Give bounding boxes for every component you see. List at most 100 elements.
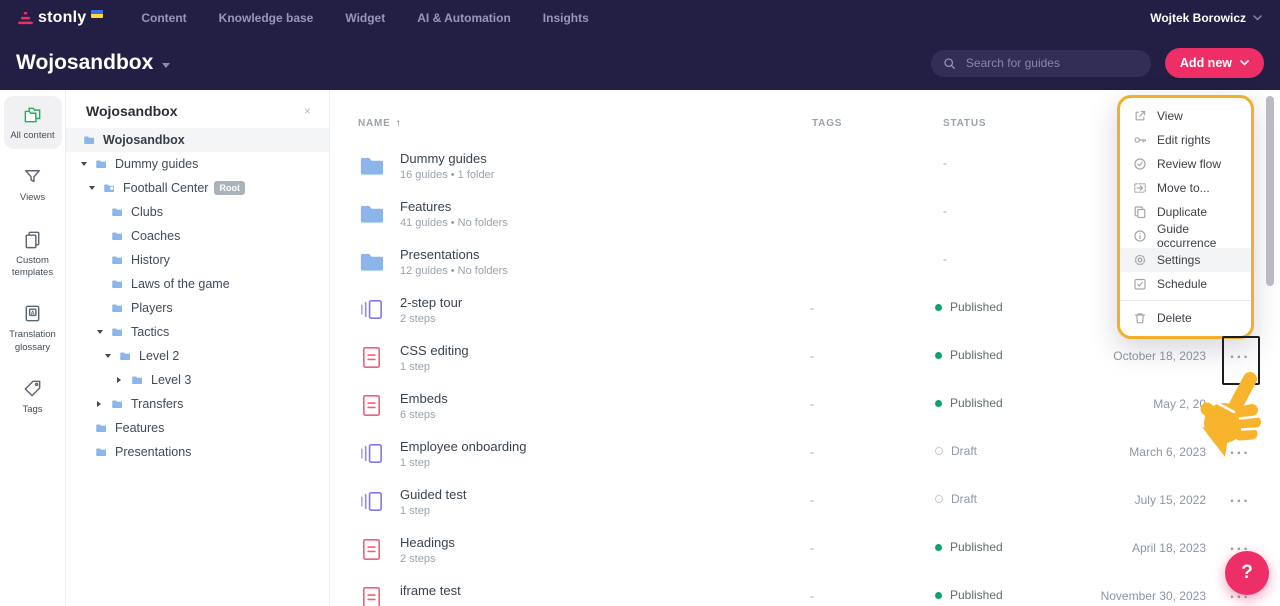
menu-item-review-flow[interactable]: Review flow bbox=[1120, 152, 1251, 176]
chevron-down-icon bbox=[1240, 60, 1249, 66]
folder-icon bbox=[130, 374, 144, 386]
user-menu[interactable]: Wojtek Borowicz bbox=[1150, 11, 1262, 25]
table-row[interactable]: Guided test 1 step - Draft July 15, 2022… bbox=[330, 478, 1280, 526]
row-meta: 1 step bbox=[400, 457, 430, 469]
workspace-title: Wojosandbox bbox=[16, 51, 153, 75]
folder-icon bbox=[358, 248, 385, 275]
row-date: July 15, 2022 bbox=[1135, 493, 1206, 507]
caret-right-icon[interactable] bbox=[117, 377, 130, 383]
vertical-scrollbar[interactable] bbox=[1266, 96, 1274, 286]
column-name[interactable]: NAME↑ bbox=[358, 118, 401, 129]
folder-icon bbox=[94, 422, 108, 434]
article-icon bbox=[358, 584, 385, 606]
row-date: November 30, 2023 bbox=[1101, 589, 1206, 603]
sort-asc-icon[interactable]: ↑ bbox=[396, 118, 401, 129]
article-icon bbox=[358, 344, 385, 371]
table-row[interactable]: Employee onboarding 1 step - Draft March… bbox=[330, 430, 1280, 478]
menu-item-guide-occurrence[interactable]: Guide occurrence bbox=[1120, 224, 1251, 248]
nav-item-content[interactable]: Content bbox=[141, 11, 186, 25]
row-meta: 1 step bbox=[400, 505, 430, 517]
root-badge: Root bbox=[214, 181, 245, 195]
search-bar[interactable] bbox=[931, 50, 1151, 77]
review-check-icon bbox=[1133, 157, 1147, 171]
row-name[interactable]: Employee onboarding bbox=[400, 439, 526, 454]
nav-item-ai-automation[interactable]: AI & Automation bbox=[417, 11, 511, 25]
column-status[interactable]: STATUS bbox=[943, 118, 986, 129]
article-icon bbox=[358, 536, 385, 563]
rail-item-translation-glossary[interactable]: A Translation glossary bbox=[4, 295, 62, 361]
table-row[interactable]: Embeds 6 steps - Published May 2, 20 bbox=[330, 382, 1280, 430]
nav-item-insights[interactable]: Insights bbox=[543, 11, 589, 25]
tree-item-wojosandbox[interactable]: Wojosandbox bbox=[66, 128, 329, 152]
nav-item-widget[interactable]: Widget bbox=[345, 11, 385, 25]
tree-item-history[interactable]: History bbox=[66, 248, 329, 272]
row-tags: - bbox=[810, 493, 814, 507]
row-name[interactable]: Embeds bbox=[400, 391, 448, 406]
rail-item-all-content[interactable]: All content bbox=[4, 96, 62, 149]
rail-item-views[interactable]: Views bbox=[4, 158, 62, 211]
collapse-panel-icon[interactable]: × bbox=[304, 105, 311, 117]
folder-icon bbox=[110, 398, 124, 410]
table-row[interactable]: iframe test - Published November 30, 202… bbox=[330, 574, 1280, 606]
menu-item-view[interactable]: View bbox=[1120, 104, 1251, 128]
workspace-switcher[interactable]: Wojosandbox bbox=[16, 51, 170, 75]
stonly-logo[interactable]: stonly bbox=[18, 9, 103, 27]
row-status: Published bbox=[935, 300, 1003, 314]
table-row[interactable]: CSS editing 1 step - Published October 1… bbox=[330, 334, 1280, 382]
menu-item-duplicate[interactable]: Duplicate bbox=[1120, 200, 1251, 224]
menu-item-settings[interactable]: Settings bbox=[1120, 248, 1251, 272]
tree-item-transfers[interactable]: Transfers bbox=[66, 392, 329, 416]
tree-item-players[interactable]: Players bbox=[66, 296, 329, 320]
nav-item-knowledge-base[interactable]: Knowledge base bbox=[219, 11, 314, 25]
tree-item-football-center[interactable]: Football Center Root bbox=[66, 176, 329, 200]
row-name[interactable]: Features bbox=[400, 199, 451, 214]
row-more-button[interactable]: ··· bbox=[1222, 487, 1258, 517]
row-name[interactable]: Presentations bbox=[400, 247, 480, 262]
tree-panel-title: Wojosandbox bbox=[86, 103, 178, 119]
tree-item-coaches[interactable]: Coaches bbox=[66, 224, 329, 248]
row-status: Published bbox=[935, 396, 1003, 410]
tree-item-laws-of-the-game[interactable]: Laws of the game bbox=[66, 272, 329, 296]
move-to-icon bbox=[1133, 181, 1147, 195]
tree-item-level-2[interactable]: Level 2 bbox=[66, 344, 329, 368]
root-folder-icon bbox=[102, 182, 116, 194]
guided-tour-icon bbox=[358, 296, 385, 323]
help-button[interactable]: ? bbox=[1225, 551, 1269, 595]
caret-down-icon[interactable] bbox=[105, 354, 118, 358]
add-new-button[interactable]: Add new bbox=[1165, 48, 1264, 78]
tree-item-tactics[interactable]: Tactics bbox=[66, 320, 329, 344]
row-name[interactable]: iframe test bbox=[400, 583, 461, 598]
glossary-icon: A bbox=[22, 303, 43, 324]
row-name[interactable]: Guided test bbox=[400, 487, 467, 502]
ukraine-flag-icon bbox=[91, 10, 103, 18]
caret-down-icon[interactable] bbox=[89, 186, 102, 190]
row-name[interactable]: 2-step tour bbox=[400, 295, 462, 310]
row-name[interactable]: Dummy guides bbox=[400, 151, 487, 166]
menu-item-edit-rights[interactable]: Edit rights bbox=[1120, 128, 1251, 152]
row-name[interactable]: Headings bbox=[400, 535, 455, 550]
tree-item-dummy-guides[interactable]: Dummy guides bbox=[66, 152, 329, 176]
svg-text:A: A bbox=[31, 311, 35, 317]
rail-item-custom-templates[interactable]: Custom templates bbox=[4, 221, 62, 287]
menu-item-move-to[interactable]: Move to... bbox=[1120, 176, 1251, 200]
tree-item-clubs[interactable]: Clubs bbox=[66, 200, 329, 224]
row-tags: - bbox=[810, 301, 814, 315]
folder-icon bbox=[358, 152, 385, 179]
tree-item-features[interactable]: Features bbox=[66, 416, 329, 440]
caret-right-icon[interactable] bbox=[97, 401, 110, 407]
table-row[interactable]: Headings 2 steps - Published April 18, 2… bbox=[330, 526, 1280, 574]
rail-item-tags[interactable]: Tags bbox=[4, 370, 62, 423]
menu-item-schedule[interactable]: Schedule bbox=[1120, 272, 1251, 296]
caret-down-icon[interactable] bbox=[97, 330, 110, 334]
folder-icon bbox=[94, 158, 108, 170]
search-input[interactable] bbox=[964, 55, 1139, 71]
row-name[interactable]: CSS editing bbox=[400, 343, 469, 358]
folder-tree: Wojosandbox Dummy guides Football Center… bbox=[66, 128, 329, 464]
tree-item-level-3[interactable]: Level 3 bbox=[66, 368, 329, 392]
chevron-down-icon bbox=[162, 63, 170, 68]
column-tags[interactable]: TAGS bbox=[812, 118, 842, 129]
tree-item-presentations[interactable]: Presentations bbox=[66, 440, 329, 464]
menu-item-delete[interactable]: Delete bbox=[1120, 306, 1251, 330]
caret-down-icon[interactable] bbox=[81, 162, 94, 166]
chevron-down-icon bbox=[1253, 15, 1262, 21]
